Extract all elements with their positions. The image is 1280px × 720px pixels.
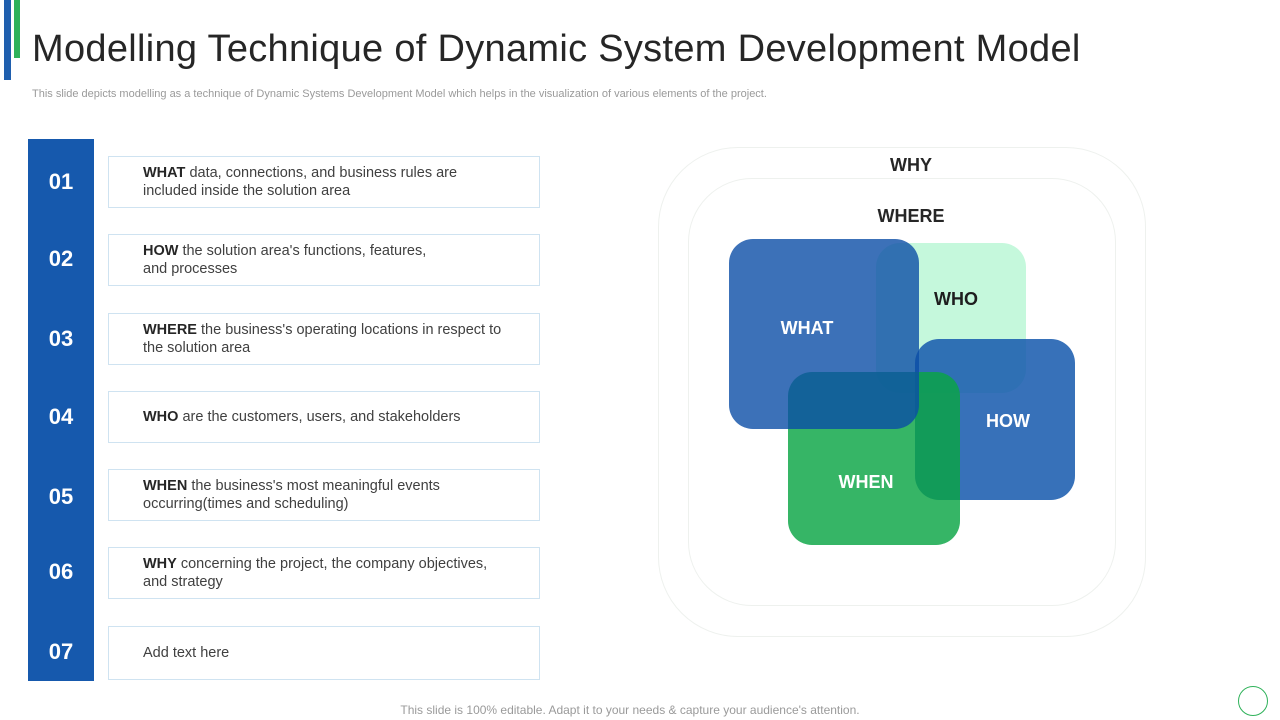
item-card-text: WHAT data, connections, and business rul… (109, 164, 539, 200)
item-card-text: WHERE the business's operating locations… (109, 321, 539, 357)
item-card-why: WHY concerning the project, the company … (108, 547, 540, 599)
who-label: WHO (934, 289, 978, 309)
what-label: WHAT (780, 318, 834, 338)
item-card-placeholder[interactable]: Add text here (108, 626, 540, 680)
item-description: are the customers, users, and stakeholde… (178, 409, 461, 425)
item-keyword: WHERE (143, 322, 197, 338)
item-description: data, connections, and business rules ar… (143, 165, 458, 199)
item-number: 03 (48, 326, 74, 351)
item-card-how: HOW the solution area's functions, featu… (108, 234, 540, 286)
why-label: WHY (890, 155, 932, 175)
item-description: the business's most meaningful events oc… (143, 478, 440, 512)
when-label: WHEN (838, 472, 894, 492)
page-subtitle: This slide depicts modelling as a techni… (32, 88, 767, 100)
accent-bar-blue (4, 0, 11, 80)
where-label: WHERE (877, 206, 945, 226)
item-description: concerning the project, the company obje… (143, 556, 488, 590)
item-description: the solution area's functions, features,… (143, 243, 427, 277)
corner-circle-icon (1238, 686, 1268, 716)
item-card-text: WHY concerning the project, the company … (109, 555, 539, 591)
item-number: 04 (48, 404, 74, 429)
item-keyword: WHEN (143, 478, 188, 494)
item-card-text: Add text here (109, 644, 253, 662)
item-placeholder-text: Add text here (143, 645, 230, 661)
item-card-text: WHEN the business's most meaningful even… (109, 477, 539, 513)
item-card-what: WHAT data, connections, and business rul… (108, 156, 540, 208)
item-number: 02 (48, 246, 74, 271)
item-keyword: WHO (143, 409, 179, 425)
item-keyword: HOW (143, 243, 179, 259)
item-keyword: WHY (143, 556, 177, 572)
item-number: 01 (48, 169, 74, 194)
item-keyword: WHAT (143, 165, 186, 181)
item-number: 05 (48, 484, 74, 509)
item-card-where: WHERE the business's operating locations… (108, 313, 540, 365)
item-card-text: HOW the solution area's functions, featu… (109, 242, 539, 278)
page-title: Modelling Technique of Dynamic System De… (32, 28, 1081, 70)
item-number: 06 (48, 559, 74, 584)
how-label: HOW (986, 411, 1030, 431)
item-number: 07 (48, 639, 74, 664)
footer-note: This slide is 100% editable. Adapt it to… (400, 703, 860, 717)
item-description: the business's operating locations in re… (143, 322, 502, 356)
accent-bar-green (14, 0, 20, 58)
item-card-when: WHEN the business's most meaningful even… (108, 469, 540, 521)
item-card-who: WHO are the customers, users, and stakeh… (108, 391, 540, 443)
item-card-text: WHO are the customers, users, and stakeh… (109, 408, 485, 426)
